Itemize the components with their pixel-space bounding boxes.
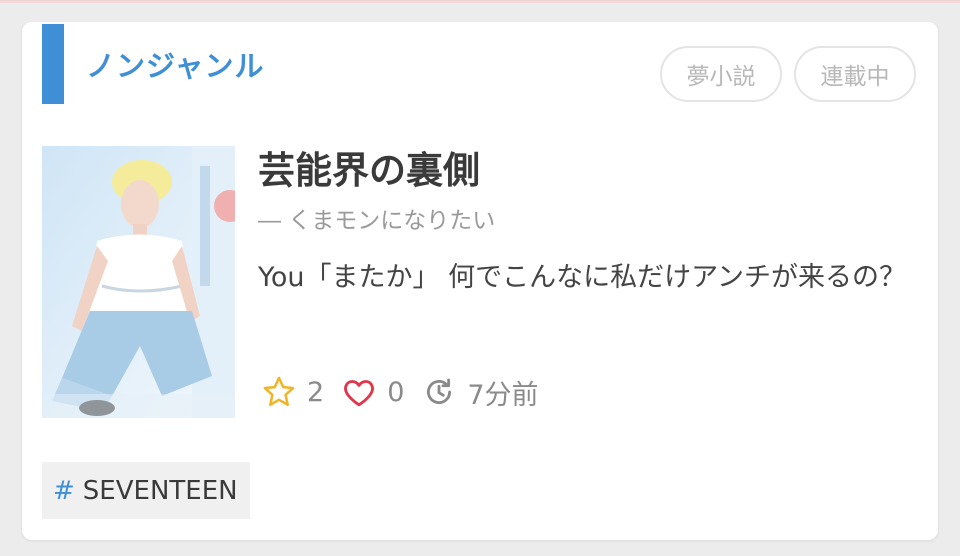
hashtag-label: SEVENTEEN — [82, 475, 238, 506]
refresh-clock-icon — [420, 373, 458, 411]
genre-accent-bar — [42, 24, 64, 104]
story-title[interactable]: 芸能界の裏側 — [258, 152, 480, 189]
hashtag-chip[interactable]: # SEVENTEEN — [42, 462, 250, 519]
hash-icon: # — [53, 475, 75, 506]
top-accent-strip — [0, 0, 960, 3]
cover-image[interactable] — [42, 146, 235, 418]
cover-illustration — [42, 146, 235, 418]
star-count: 2 — [307, 376, 325, 408]
story-stats: 2 0 7分前 — [260, 372, 555, 412]
heart-icon — [340, 373, 378, 411]
star-icon — [260, 373, 298, 411]
tag-yume-shousetsu[interactable]: 夢小説 — [660, 46, 782, 102]
author-name[interactable]: ― くまモンになりたい — [258, 208, 495, 236]
story-summary: You「またか」 何でこんなに私だけアンチが来るの？ — [258, 262, 907, 293]
updated-time: 7分前 — [467, 379, 539, 411]
like-count: 0 — [387, 376, 405, 408]
tag-rensaichuu[interactable]: 連載中 — [794, 46, 916, 102]
story-card[interactable]: ノンジャンル 夢小説 連載中 芸能界の裏側 ― くまモンになりたい You「また… — [22, 22, 938, 540]
genre-label: ノンジャンル — [86, 49, 265, 83]
